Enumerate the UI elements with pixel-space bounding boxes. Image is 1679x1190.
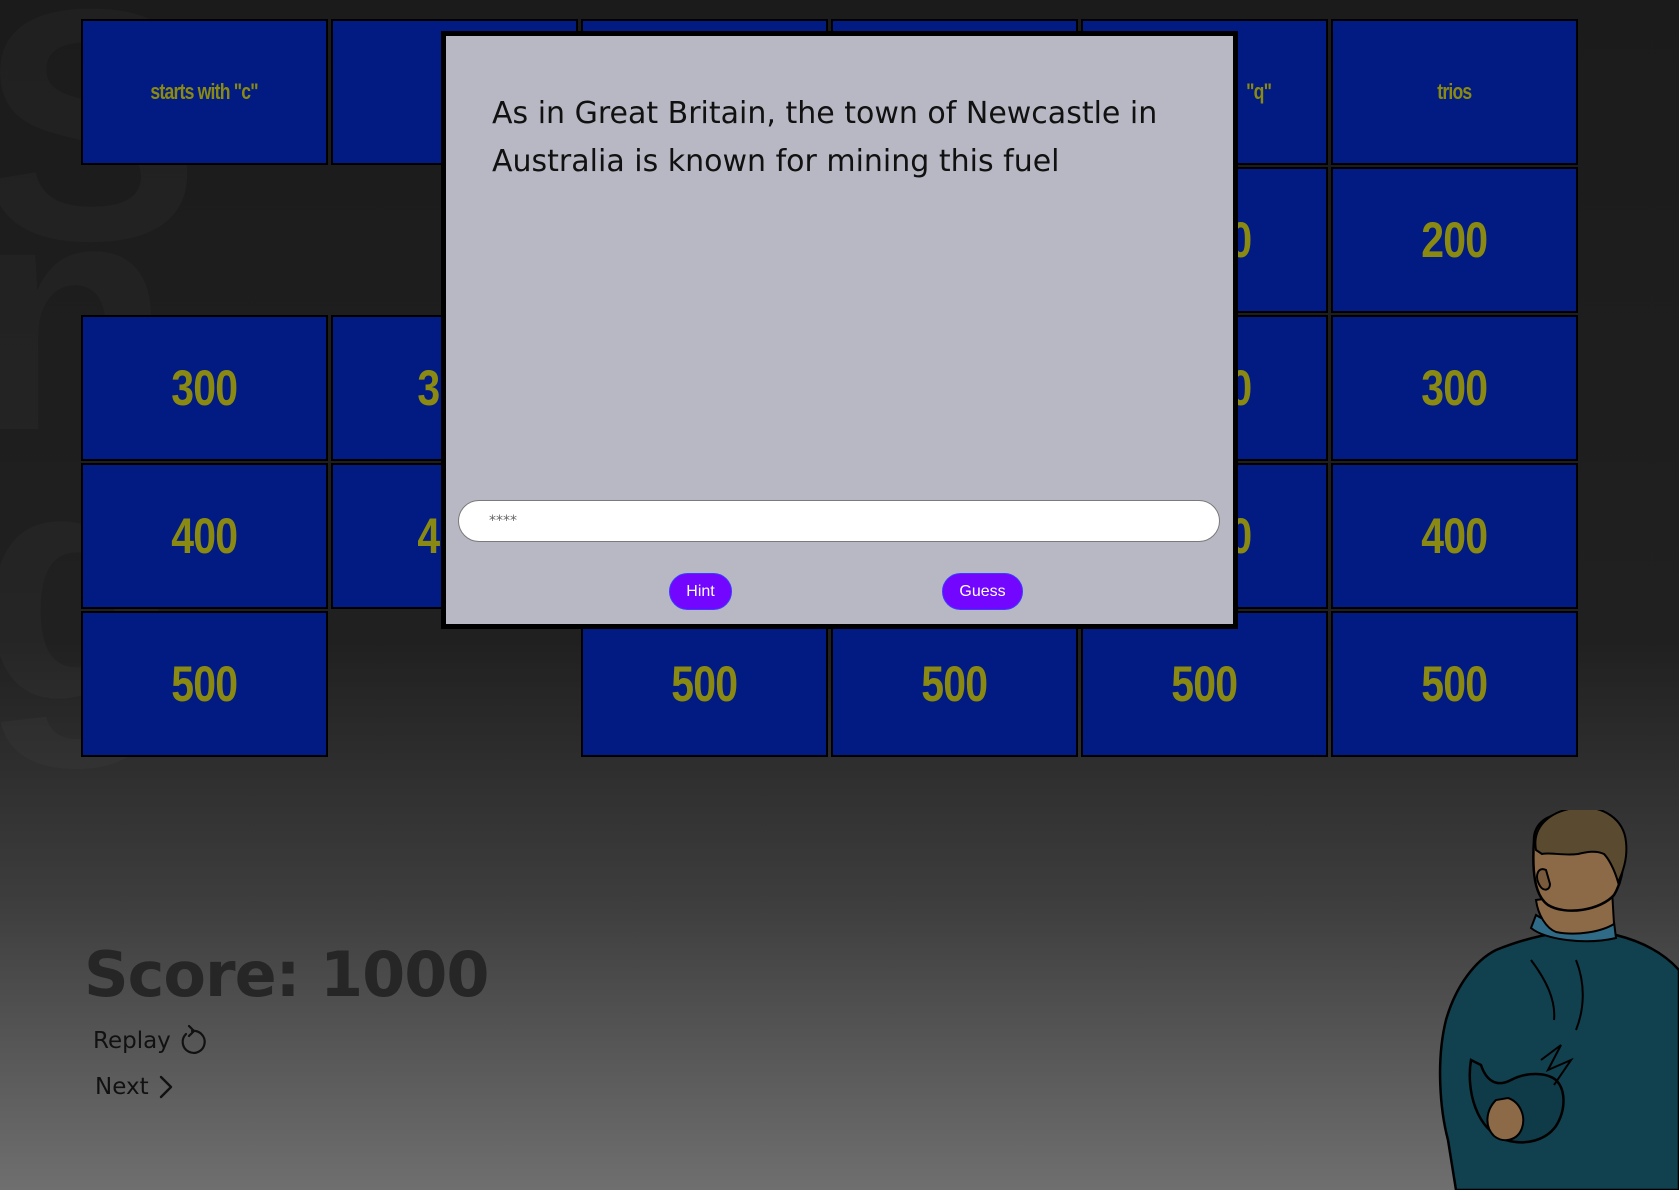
clue-value: 500 [921, 656, 989, 712]
clue-tile[interactable]: 500 [581, 611, 828, 757]
clue-value: 500 [1421, 656, 1489, 712]
category-label: trios [1437, 79, 1472, 104]
clue-value: 500 [171, 656, 239, 712]
clue-tile[interactable]: 500 [81, 611, 328, 757]
answer-input[interactable] [458, 500, 1220, 542]
clue-tile[interactable]: 300 [81, 315, 328, 461]
host-illustration [1438, 810, 1679, 1190]
clue-tile[interactable]: 200 [1331, 167, 1578, 313]
clue-value: 400 [1421, 508, 1489, 564]
clue-tile[interactable]: 400 [81, 463, 328, 609]
clue-tile[interactable]: 500 [1081, 611, 1328, 757]
chevron-right-icon [155, 1073, 177, 1101]
clue-value: 300 [1421, 360, 1489, 416]
clue-tile[interactable]: 400 [1331, 463, 1578, 609]
category-header: starts with "c" [81, 19, 328, 165]
clue-value: 500 [671, 656, 739, 712]
answered-tile [81, 167, 328, 313]
answered-tile [331, 611, 578, 757]
clue-value: 200 [1421, 212, 1489, 268]
question-text: As in Great Britain, the town of Newcast… [492, 96, 1158, 179]
clue-value: 500 [1171, 656, 1239, 712]
next-label: Next [95, 1074, 149, 1100]
clue-value: 400 [171, 508, 239, 564]
replay-label: Replay [93, 1028, 171, 1054]
category-header: trios [1331, 19, 1578, 165]
next-button[interactable]: Next [95, 1069, 177, 1105]
category-label: "q" [1245, 79, 1272, 104]
clue-tile[interactable]: 500 [831, 611, 1078, 757]
clue-value: 4 [417, 508, 440, 564]
rotate-ccw-icon [177, 1025, 207, 1057]
guess-button[interactable]: Guess [942, 573, 1023, 610]
hint-button[interactable]: Hint [669, 573, 732, 610]
clue-tile[interactable]: 500 [1331, 611, 1578, 757]
clue-tile[interactable]: 300 [1331, 315, 1578, 461]
clue-value: 3 [417, 360, 440, 416]
replay-button[interactable]: Replay [93, 1022, 207, 1060]
clue-value: 300 [171, 360, 239, 416]
question-modal: As in Great Britain, the town of Newcast… [441, 31, 1238, 629]
score-display: Score: 1000 [84, 938, 490, 1011]
category-label: starts with "c" [150, 79, 259, 104]
